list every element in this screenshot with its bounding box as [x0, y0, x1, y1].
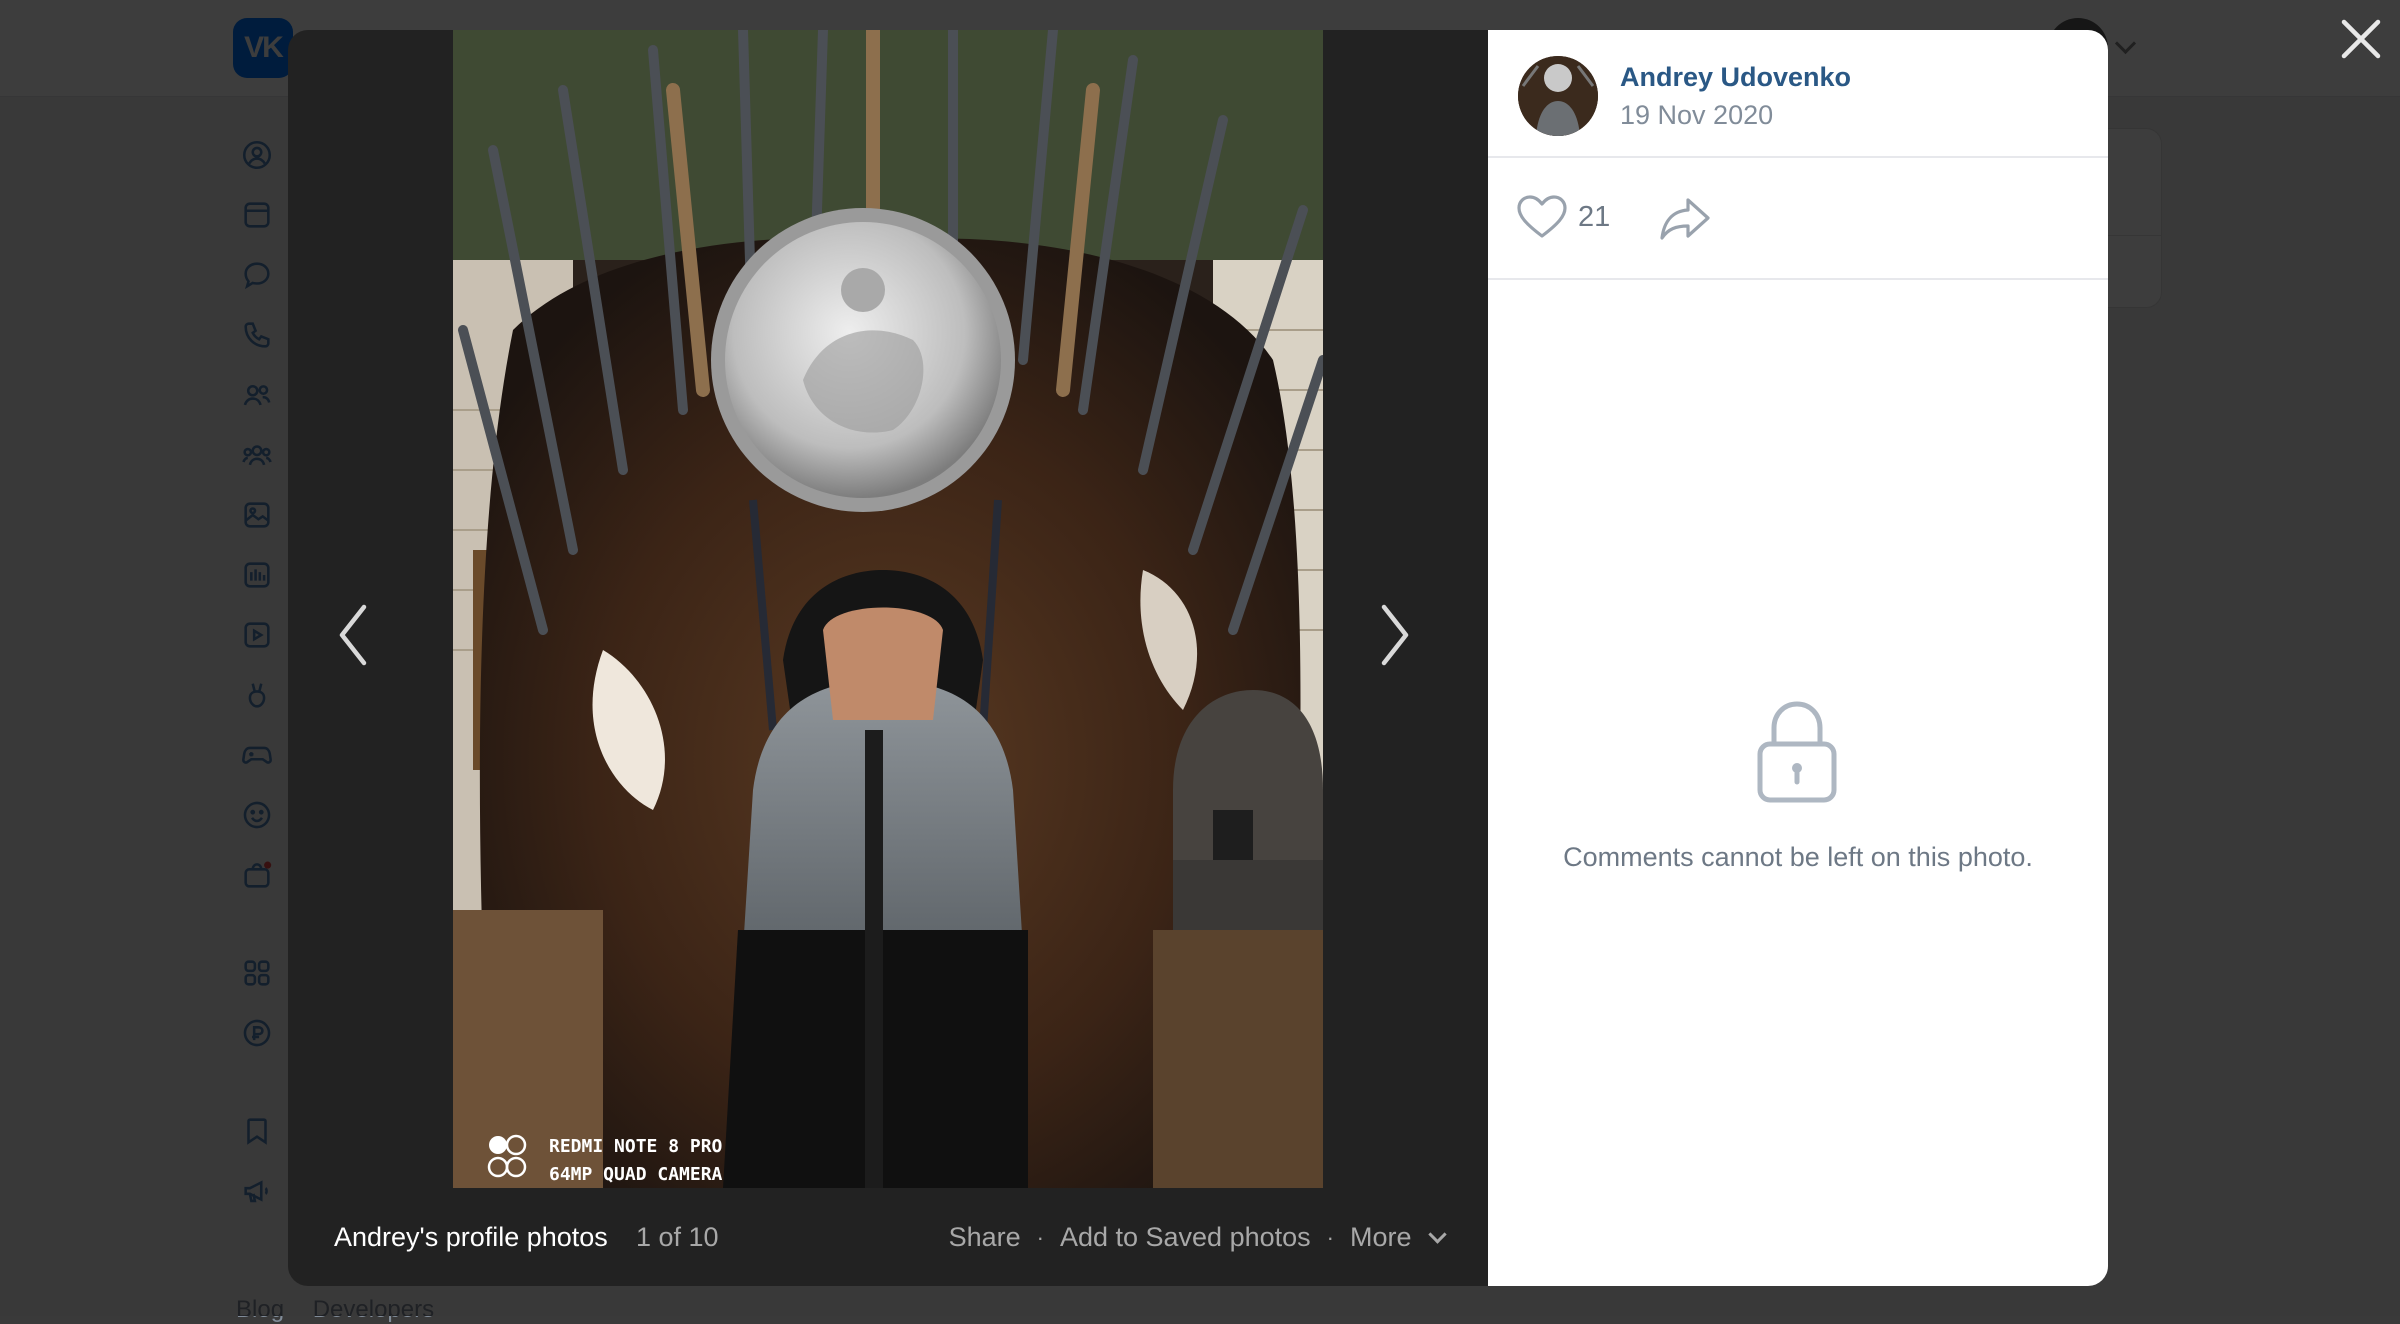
watermark-line-1: REDMI NOTE 8 PRO	[549, 1136, 723, 1157]
chevron-left-icon	[339, 604, 367, 666]
avatar-image	[1518, 56, 1598, 136]
like-button[interactable]: 21	[1516, 194, 1610, 240]
watermark-line-2: 64MP QUAD CAMERA	[549, 1164, 723, 1185]
photo-counter: 1 of 10	[636, 1222, 719, 1252]
previous-photo-button[interactable]	[324, 570, 384, 700]
photo-info-panel: Andrey Udovenko 19 Nov 2020 21 Comments …	[1488, 30, 2108, 1286]
chevron-right-icon	[1381, 604, 1409, 666]
photo-bottom-bar: Andrey's profile photos 1 of 10 Share · …	[288, 1188, 1488, 1286]
author-name-link[interactable]: Andrey Udovenko	[1620, 62, 1851, 93]
photo-actions: Share · Add to Saved photos · More	[949, 1222, 1447, 1253]
close-viewer-button[interactable]	[2336, 14, 2386, 64]
more-menu-button[interactable]: More	[1349, 1222, 1447, 1253]
lock-icon	[1752, 698, 1842, 806]
share-arrow-icon	[1660, 198, 1710, 240]
heart-icon	[1517, 195, 1567, 238]
photo-area: REDMI NOTE 8 PRO 64MP QUAD CAMERA Andrey…	[288, 30, 1488, 1286]
separator-dot: ·	[1036, 1224, 1044, 1250]
album-title[interactable]: Andrey's profile photos	[334, 1222, 608, 1253]
photo-image[interactable]: REDMI NOTE 8 PRO 64MP QUAD CAMERA	[453, 30, 1323, 1188]
chevron-down-icon	[1428, 1225, 1447, 1244]
next-photo-button[interactable]	[1364, 570, 1424, 700]
share-link[interactable]: Share	[949, 1222, 1021, 1253]
comments-disabled-message: Comments cannot be left on this photo.	[1563, 842, 2033, 872]
author-avatar[interactable]	[1518, 56, 1598, 136]
more-label: More	[1349, 1222, 1412, 1252]
add-to-saved-photos-link[interactable]: Add to Saved photos	[1060, 1222, 1311, 1253]
close-icon	[2341, 19, 2381, 59]
photo-viewer: REDMI NOTE 8 PRO 64MP QUAD CAMERA Andrey…	[288, 30, 2108, 1286]
post-date: 19 Nov 2020	[1620, 100, 1774, 130]
photo-illustration: REDMI NOTE 8 PRO 64MP QUAD CAMERA	[453, 30, 1323, 1188]
author-row: Andrey Udovenko 19 Nov 2020	[1488, 30, 2108, 158]
like-count: 21	[1578, 200, 1611, 233]
reactions-row: 21	[1488, 158, 2108, 280]
share-button[interactable]	[1658, 194, 1712, 242]
separator-dot: ·	[1326, 1224, 1334, 1250]
